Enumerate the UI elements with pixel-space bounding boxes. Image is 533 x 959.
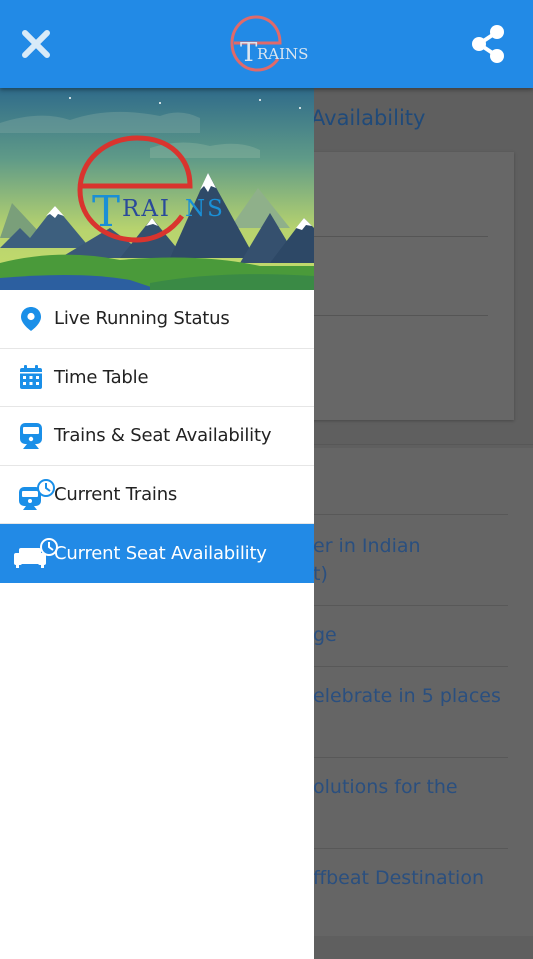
article-title: elebrate in 5 places [313,685,501,707]
drawer-menu: Live Running Status Time Table Trains & … [0,290,314,583]
menu-item-label: Current Trains [54,484,178,506]
share-button[interactable] [469,22,509,66]
menu-item-label: Time Table [54,366,149,388]
menu-item-time-table[interactable]: Time Table [0,349,314,408]
app-logo: T RAINS [230,15,308,72]
logo-rains: RAINS [257,45,308,63]
article-title: er in Indian [313,535,421,557]
calendar-icon [18,363,44,391]
menu-item-current-seat-availability[interactable]: Current Seat Availability [0,524,314,583]
share-icon [472,25,504,63]
page-title: Availability [311,106,426,130]
close-icon [22,30,50,58]
close-button[interactable] [18,26,54,62]
menu-item-label: Live Running Status [54,308,230,330]
drawer-logo-rains: RAI [122,196,171,222]
menu-item-live-running-status[interactable]: Live Running Status [0,290,314,349]
train-icon [18,422,44,450]
article-title: ffbeat Destination [313,867,484,889]
menu-item-trains-seat-availability[interactable]: Trains & Seat Availability [0,407,314,466]
mountain-landscape-illustration: T RAI NS [0,88,314,290]
article-title: olutions for the [313,776,458,798]
drawer-logo-ns: NS [185,196,225,222]
article-title: ge [313,624,337,646]
map-pin-icon [18,305,44,333]
logo-t: T [240,38,258,68]
menu-item-label: Current Seat Availability [54,543,267,565]
app-bar: T RAINS [0,0,533,88]
menu-item-label: Trains & Seat Availability [54,425,272,447]
train-clock-icon [18,478,58,510]
article-title-cont: t) [313,563,328,585]
navigation-drawer: T RAI NS Live Running Status Time Table [0,88,314,959]
drawer-logo-t: T [92,187,120,236]
drawer-header-banner: T RAI NS [0,88,314,290]
sofa-clock-icon [13,537,59,568]
menu-item-current-trains[interactable]: Current Trains [0,466,314,525]
